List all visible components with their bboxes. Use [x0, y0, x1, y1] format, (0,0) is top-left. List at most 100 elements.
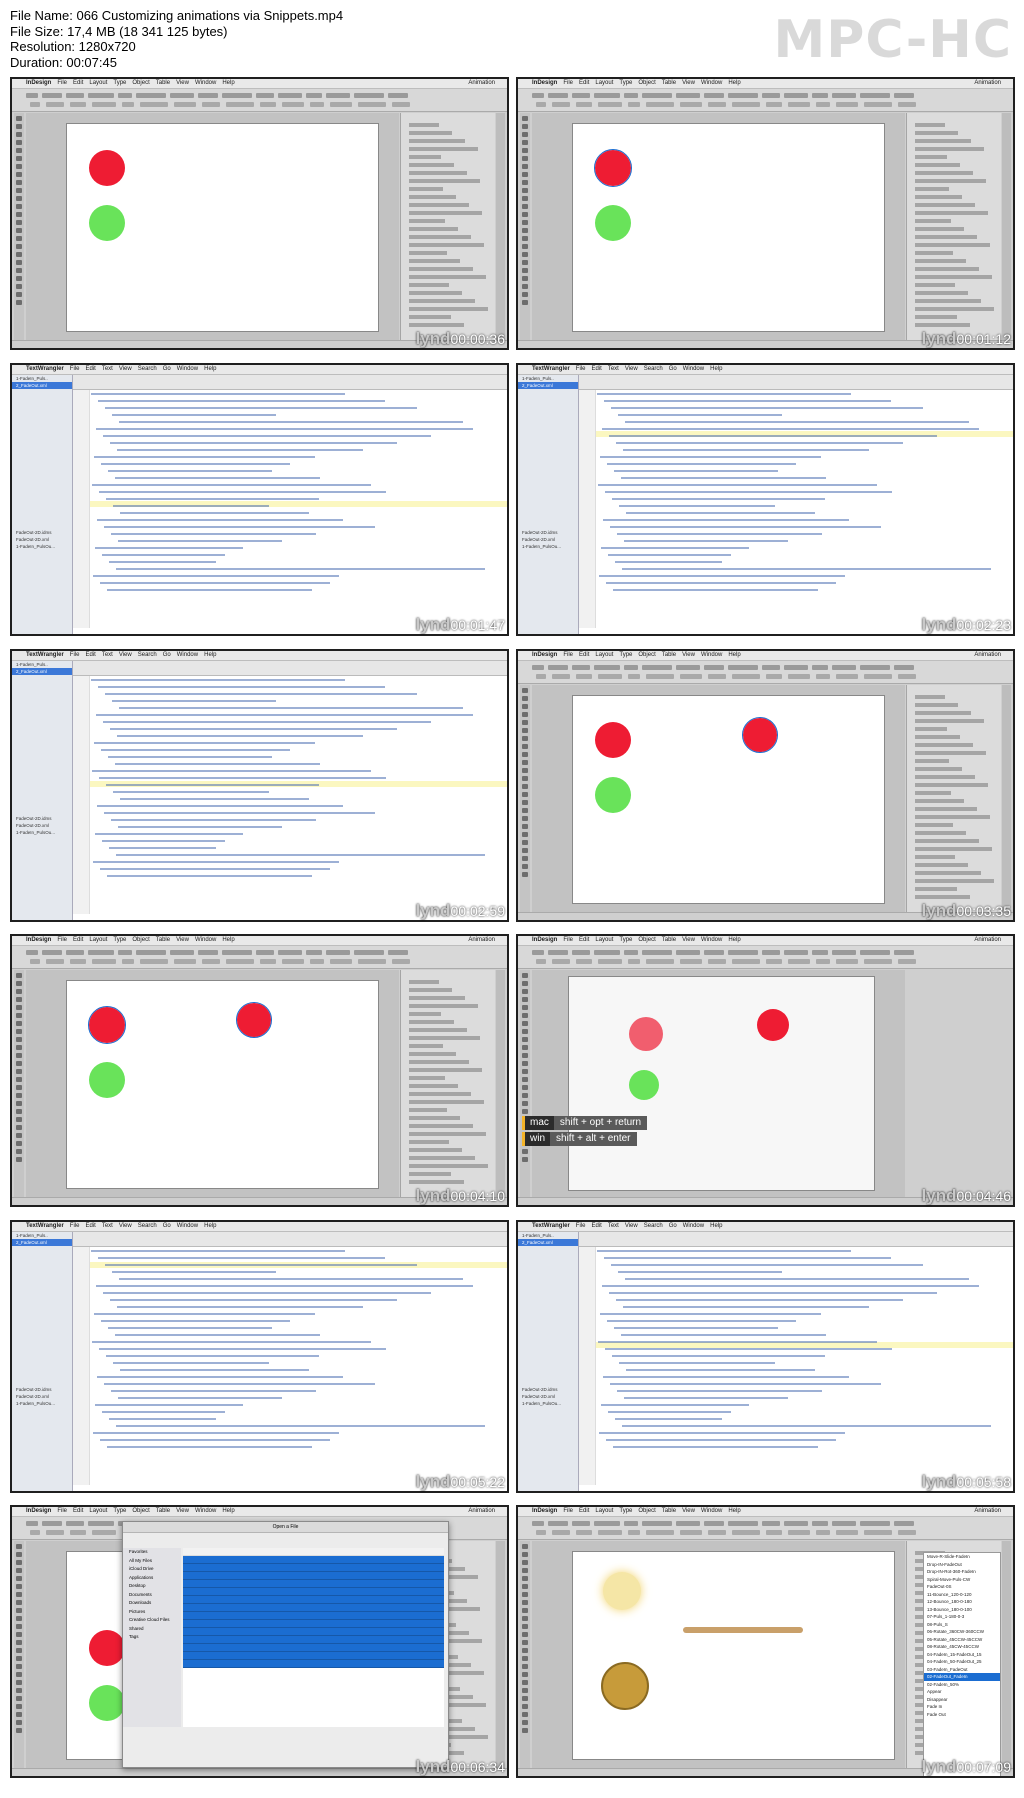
- tool-icon[interactable]: [522, 1544, 528, 1549]
- control-field[interactable]: [358, 959, 386, 964]
- control-field[interactable]: [816, 674, 830, 679]
- control-field[interactable]: [330, 102, 352, 107]
- preset-option[interactable]: Disappear: [924, 1696, 1000, 1704]
- tool-icon[interactable]: [16, 1656, 22, 1661]
- tool-icon[interactable]: [522, 1576, 528, 1581]
- tool-icon[interactable]: [16, 252, 22, 257]
- workspace-switcher[interactable]: Animation: [974, 79, 1001, 88]
- file-list[interactable]: [183, 1548, 444, 1727]
- tool-icon[interactable]: [522, 1005, 528, 1010]
- control-field[interactable]: [46, 959, 64, 964]
- menu-item-edit[interactable]: Edit: [73, 80, 83, 86]
- control-field[interactable]: [680, 674, 702, 679]
- tool-icon[interactable]: [16, 292, 22, 297]
- preset-option[interactable]: Fade In: [924, 1703, 1000, 1711]
- red-circle[interactable]: [629, 1017, 663, 1051]
- control-field[interactable]: [256, 93, 274, 98]
- menu-item-type[interactable]: Type: [619, 937, 632, 943]
- tool-icon[interactable]: [522, 188, 528, 193]
- menu-item-object[interactable]: Object: [638, 1508, 655, 1514]
- tool-icon[interactable]: [522, 1616, 528, 1621]
- panel-field[interactable]: [409, 1020, 454, 1024]
- tool-icon[interactable]: [522, 1101, 528, 1106]
- menu-item-edit[interactable]: Edit: [73, 937, 83, 943]
- recent-document-item[interactable]: 1-FadeIn_PulsOu...: [518, 543, 578, 550]
- control-field[interactable]: [46, 102, 64, 107]
- control-field[interactable]: [766, 674, 782, 679]
- tool-icon[interactable]: [16, 236, 22, 241]
- control-field[interactable]: [226, 959, 254, 964]
- file-row-selected[interactable]: [183, 1620, 444, 1628]
- control-field[interactable]: [88, 93, 114, 98]
- control-field[interactable]: [860, 93, 890, 98]
- panel-field[interactable]: [409, 315, 451, 319]
- recent-document-item[interactable]: FadeOut-2D.idms: [12, 529, 72, 536]
- control-field[interactable]: [572, 950, 590, 955]
- tool-icon[interactable]: [522, 712, 528, 717]
- control-field[interactable]: [598, 959, 622, 964]
- tool-icon[interactable]: [522, 116, 528, 121]
- tool-icon[interactable]: [522, 1624, 528, 1629]
- preset-option[interactable]: 11-Bounce_120-0-120: [924, 1591, 1000, 1599]
- control-field[interactable]: [762, 1521, 780, 1526]
- tool-icon[interactable]: [16, 1101, 22, 1106]
- panel-field[interactable]: [915, 751, 986, 755]
- tool-icon[interactable]: [522, 260, 528, 265]
- menu-item-help[interactable]: Help: [222, 80, 234, 86]
- menu-item-indesign[interactable]: InDesign: [532, 937, 557, 943]
- panel-field[interactable]: [915, 307, 994, 311]
- tool-icon[interactable]: [522, 1680, 528, 1685]
- tool-icon[interactable]: [522, 776, 528, 781]
- tool-icon[interactable]: [522, 744, 528, 749]
- menu-item-type[interactable]: Type: [619, 80, 632, 86]
- video-thumbnail[interactable]: TextWrangler File Edit Text View Search Go Wind…: [10, 649, 509, 922]
- control-field[interactable]: [732, 102, 760, 107]
- control-field[interactable]: [536, 959, 546, 964]
- code-editor[interactable]: [73, 661, 507, 920]
- menu-item-layout[interactable]: Layout: [89, 1508, 107, 1514]
- control-field[interactable]: [548, 665, 568, 670]
- tool-icon[interactable]: [522, 1045, 528, 1050]
- tool-icon[interactable]: [522, 1061, 528, 1066]
- tool-icon[interactable]: [522, 1029, 528, 1034]
- menu-item-window[interactable]: Window: [177, 652, 198, 658]
- tool-icon[interactable]: [16, 1157, 22, 1162]
- red-circle-animated[interactable]: [757, 1009, 789, 1041]
- control-field[interactable]: [642, 665, 672, 670]
- panel-field[interactable]: [915, 831, 966, 835]
- panel-field[interactable]: [409, 1132, 486, 1136]
- preset-option[interactable]: 05-Rotate_45CCW-45CCW: [924, 1636, 1000, 1644]
- control-field[interactable]: [66, 1521, 84, 1526]
- menu-item-file[interactable]: File: [563, 937, 573, 943]
- control-field[interactable]: [202, 102, 220, 107]
- menu-item-indesign[interactable]: InDesign: [532, 1508, 557, 1514]
- control-field[interactable]: [26, 93, 38, 98]
- tool-icon[interactable]: [16, 1085, 22, 1090]
- file-row-selected[interactable]: [183, 1612, 444, 1620]
- tool-icon[interactable]: [16, 1600, 22, 1605]
- control-field[interactable]: [576, 1530, 592, 1535]
- tool-icon[interactable]: [16, 140, 22, 145]
- red-circle[interactable]: [595, 722, 631, 758]
- control-field[interactable]: [762, 665, 780, 670]
- panel-field[interactable]: [409, 291, 462, 295]
- tool-icon[interactable]: [522, 1648, 528, 1653]
- control-field[interactable]: [70, 959, 86, 964]
- preset-option[interactable]: 08-Rotate_45CW-45CCW: [924, 1643, 1000, 1651]
- control-field[interactable]: [708, 959, 726, 964]
- red-circle[interactable]: [89, 1630, 125, 1666]
- tool-icon[interactable]: [522, 1712, 528, 1717]
- tool-icon[interactable]: [16, 1696, 22, 1701]
- menu-item-type[interactable]: Type: [113, 80, 126, 86]
- panel-field[interactable]: [409, 1116, 460, 1120]
- control-field[interactable]: [174, 102, 196, 107]
- control-field[interactable]: [704, 1521, 724, 1526]
- sidebar-item[interactable]: iCloud Drive: [123, 1565, 181, 1574]
- tool-icon[interactable]: [522, 172, 528, 177]
- panel-field[interactable]: [915, 887, 957, 891]
- menu-item-edit[interactable]: Edit: [579, 937, 589, 943]
- tool-icon[interactable]: [16, 1720, 22, 1725]
- menu-item-table[interactable]: Table: [662, 652, 676, 658]
- control-field[interactable]: [628, 674, 640, 679]
- green-circle[interactable]: [89, 1685, 125, 1721]
